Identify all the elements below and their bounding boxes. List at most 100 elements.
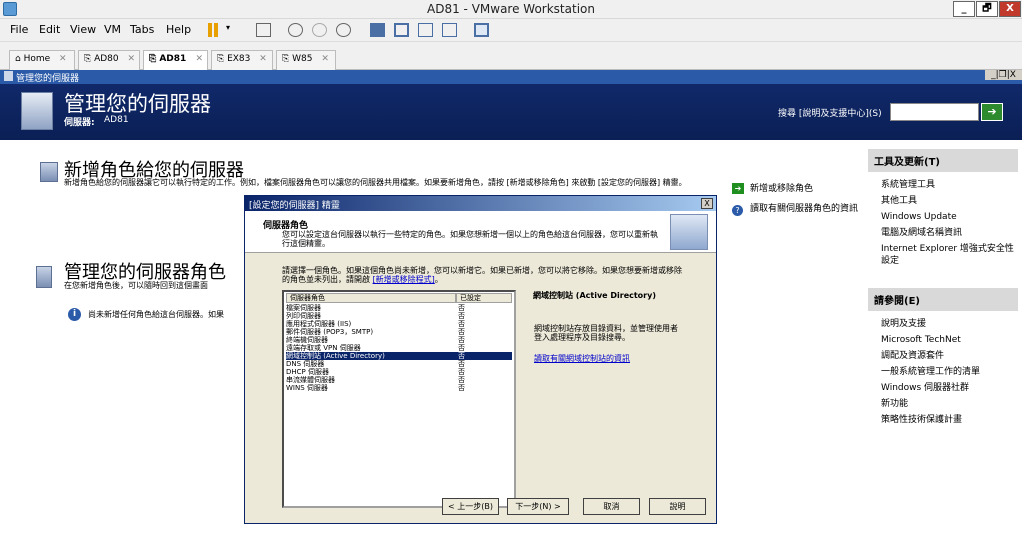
tools-updates-panel: 工具及更新(T) 系統管理工具 其他工具 Windows Update 電腦及網… (868, 149, 1018, 267)
see-also-panel: 請參閱(E) 說明及支援 Microsoft TechNet 調配及資源套件 一… (868, 288, 1018, 428)
tab-label: Home (23, 54, 51, 64)
deployment-kit-link[interactable]: 調配及資源套件 (881, 350, 944, 362)
help-support-link[interactable]: 說明及支援 (881, 318, 926, 330)
tab-ad81[interactable]: ⎘ AD81 ✕ (143, 50, 208, 71)
role-configured-status: 否 (458, 384, 465, 392)
server-role-list[interactable]: 伺服器角色 已設定 檔案伺服器否列印伺服器否應用程式伺服器 (IIS) 否郵件伺服… (282, 290, 516, 508)
role-row[interactable]: 郵件伺服器 (POP3，SMTP) 否 (286, 328, 512, 336)
whats-new-link[interactable]: 新功能 (881, 398, 908, 410)
close-icon[interactable]: ✕ (128, 54, 136, 64)
search-go-icon[interactable]: ➔ (981, 103, 1003, 121)
help-button[interactable]: 說明 (649, 498, 706, 515)
menu-view[interactable]: View (70, 23, 96, 36)
add-roles-description: 新增角色給您的伺服器讓它可以執行特定的工作。例如，檔案伺服器角色可以讓您的伺服器… (64, 178, 687, 187)
back-button[interactable]: < 上一步(B) (442, 498, 499, 515)
full-screen-icon[interactable] (418, 23, 433, 37)
strategic-protection-link[interactable]: 策略性技術保護計畫 (881, 414, 962, 426)
snapshot-icon[interactable] (288, 23, 303, 37)
instruction-end: 。 (434, 275, 443, 284)
unity-icon[interactable] (442, 23, 457, 37)
role-row[interactable]: 終端機伺服器 否 (286, 336, 512, 344)
tab-ex83[interactable]: ⎘ EX83 ✕ (211, 50, 273, 70)
role-row[interactable]: DHCP 伺服器 否 (286, 368, 512, 376)
role-name: 網域控制站 (Active Directory) (286, 352, 385, 360)
role-configured-status: 否 (458, 344, 465, 352)
menu-vm[interactable]: VM (104, 23, 121, 36)
admin-tasks-list-link[interactable]: 一般系統管理工作的清單 (881, 366, 980, 378)
role-name: 終端機伺服器 (286, 336, 328, 344)
menu-edit[interactable]: Edit (39, 23, 60, 36)
add-role-icon (40, 162, 58, 182)
cancel-button[interactable]: 取消 (583, 498, 640, 515)
role-row[interactable]: 檔案伺服器 否 (286, 304, 512, 312)
ie-enhanced-security-link[interactable]: Internet Explorer 增強式安全性設定 (881, 243, 1015, 267)
tab-label: EX83 (227, 54, 251, 64)
add-remove-programs-link[interactable]: [新增或移除程式] (373, 275, 435, 284)
column-header-configured[interactable]: 已設定 (456, 293, 512, 303)
wizard-title: [設定您的伺服器] 精靈 (249, 201, 340, 211)
minimize-button[interactable]: _ (953, 1, 975, 17)
next-button[interactable]: 下一步(N) > (507, 498, 569, 515)
role-configured-status: 否 (458, 328, 465, 336)
manage-server-banner: 管理您的伺服器 伺服器: AD81 搜尋 [說明及支援中心](S) ➔ (0, 84, 1022, 140)
send-ctrl-alt-del-icon[interactable] (256, 23, 271, 37)
server-name: AD81 (104, 115, 129, 125)
role-name: DNS 伺服器 (286, 360, 325, 368)
close-icon[interactable]: ✕ (321, 54, 329, 64)
role-row[interactable]: 列印伺服器 否 (286, 312, 512, 320)
server-icon (4, 71, 13, 81)
read-roles-info-link[interactable]: 讀取有關伺服器角色的資訊 (750, 203, 858, 215)
role-configured-status: 否 (458, 368, 465, 376)
role-row[interactable]: 遠端存取或 VPN 伺服器 否 (286, 344, 512, 352)
show-library-icon[interactable] (370, 23, 385, 37)
menu-tabs[interactable]: Tabs (130, 23, 154, 36)
close-icon[interactable]: ✕ (195, 54, 203, 64)
tab-home[interactable]: ⌂ Home ✕ (9, 50, 75, 70)
console-view-icon[interactable] (474, 23, 489, 37)
vm-icon: ⎘ (217, 54, 225, 64)
wizard-close-button[interactable]: X (701, 198, 713, 209)
close-icon[interactable]: ✕ (59, 54, 67, 64)
computer-domain-info-link[interactable]: 電腦及網域名稱資訊 (881, 227, 962, 239)
configure-server-wizard: [設定您的伺服器] 精靈 X 伺服器角色 您可以設定這台伺服器以執行一些特定的角… (244, 195, 717, 524)
role-row[interactable]: WINS 伺服器 否 (286, 384, 512, 392)
home-icon: ⌂ (15, 54, 21, 64)
role-row[interactable]: 串流媒體伺服器 否 (286, 376, 512, 384)
page-title: 管理您的伺服器 (64, 92, 211, 116)
tab-ad80[interactable]: ⎘ AD80 ✕ (78, 50, 140, 70)
close-icon[interactable]: ✕ (259, 54, 267, 64)
role-name: DHCP 伺服器 (286, 368, 329, 376)
role-name: 檔案伺服器 (286, 304, 321, 312)
admin-tools-link[interactable]: 系統管理工具 (881, 179, 935, 191)
technet-link[interactable]: Microsoft TechNet (881, 334, 961, 346)
windows-update-link[interactable]: Windows Update (881, 211, 957, 223)
thumbnail-bar-icon[interactable] (394, 23, 409, 37)
role-configured-status: 否 (458, 376, 465, 384)
maximize-button[interactable]: 🗗 (976, 1, 998, 17)
role-name: 郵件伺服器 (POP3，SMTP) (286, 328, 374, 336)
search-input[interactable] (890, 103, 979, 121)
column-header-role[interactable]: 伺服器角色 (286, 293, 456, 303)
snapshot-manager-icon[interactable] (336, 23, 351, 37)
other-tools-link[interactable]: 其他工具 (881, 195, 917, 207)
menu-file[interactable]: File (10, 23, 28, 36)
close-button[interactable]: X (999, 1, 1021, 17)
suspend-icon-bar (214, 23, 218, 37)
power-dropdown-icon[interactable]: ▾ (226, 23, 235, 37)
windows-server-community-link[interactable]: Windows 伺服器社群 (881, 382, 969, 394)
guest-window-controls[interactable]: _|❐|X (985, 70, 1022, 80)
selected-role-title: 網域控制站 (Active Directory) (533, 291, 656, 300)
role-row[interactable]: 網域控制站 (Active Directory) 否 (286, 352, 512, 360)
add-remove-roles-link[interactable]: 新增或移除角色 (750, 183, 813, 195)
tab-w85[interactable]: ⎘ W85 ✕ (276, 50, 336, 70)
menu-help[interactable]: Help (166, 23, 191, 36)
revert-snapshot-icon[interactable] (312, 23, 327, 37)
role-row[interactable]: 應用程式伺服器 (IIS) 否 (286, 320, 512, 328)
vm-icon: ⎘ (84, 54, 92, 64)
role-configured-status: 否 (458, 336, 465, 344)
suspend-icon[interactable] (208, 23, 212, 37)
role-configured-status: 否 (458, 304, 465, 312)
domain-controller-info-link[interactable]: 讀取有關網域控制站的資訊 (534, 353, 630, 364)
role-row[interactable]: DNS 伺服器 否 (286, 360, 512, 368)
vm-icon: ⎘ (282, 54, 290, 64)
